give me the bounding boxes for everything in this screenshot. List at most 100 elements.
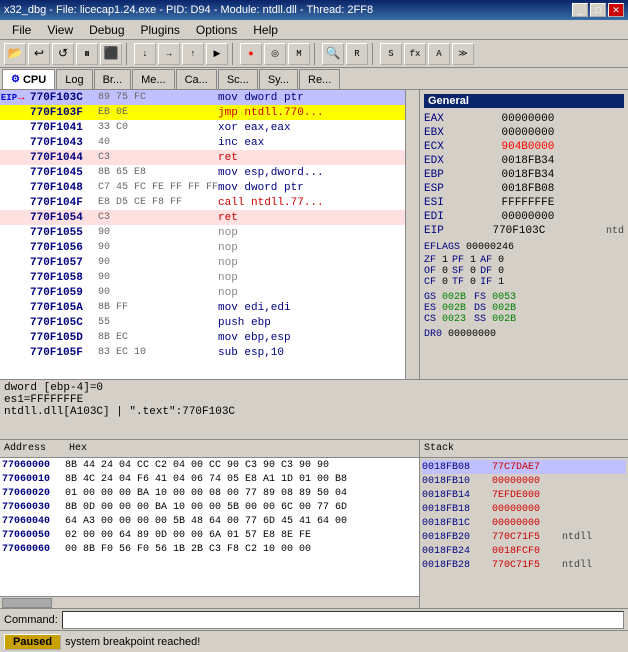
stack-row[interactable]: 0018FB147EFDE000 xyxy=(422,488,626,502)
menu-options[interactable]: Options xyxy=(188,22,245,38)
asm-row[interactable]: 770F105890nop xyxy=(0,270,405,285)
tab-sc-label: Sc... xyxy=(227,74,249,86)
asm-row[interactable]: 770F1054C3ret xyxy=(0,210,405,225)
asm-address: 770F1056 xyxy=(30,242,98,254)
reg-value[interactable]: 0018FB34 xyxy=(502,155,582,167)
toolbar-run-to[interactable]: ▶ xyxy=(206,43,228,65)
toolbar-stop[interactable]: ⬛ xyxy=(100,43,122,65)
memory-row[interactable]: 770600008B 44 24 04 CC C2 04 00 CC 90 C3… xyxy=(0,458,419,472)
minimize-button[interactable]: _ xyxy=(572,3,588,17)
toolbar-step-into[interactable]: ↓ xyxy=(134,43,156,65)
toolbar-s4[interactable]: ≫ xyxy=(452,43,474,65)
asm-row[interactable]: 770F1044C3ret xyxy=(0,150,405,165)
tab-me[interactable]: Me... xyxy=(132,69,174,89)
memory-row[interactable]: 7706005002 00 00 64 89 0D 00 00 6A 01 57… xyxy=(0,528,419,542)
memory-row[interactable]: 7706002001 00 00 00 BA 10 00 00 08 00 77… xyxy=(0,486,419,500)
asm-hex: 90 xyxy=(98,287,218,298)
menu-debug[interactable]: Debug xyxy=(81,22,132,38)
stack-row[interactable]: 0018FB1800000000 xyxy=(422,502,626,516)
tab-cpu[interactable]: ⚙ CPU xyxy=(2,69,55,89)
asm-row[interactable]: 770F105690nop xyxy=(0,240,405,255)
toolbar-find[interactable]: 🔍 xyxy=(322,43,344,65)
asm-row[interactable]: 770F105590nop xyxy=(0,225,405,240)
command-input[interactable] xyxy=(62,611,624,629)
reg-value[interactable]: 904B0000 xyxy=(502,141,582,153)
memory-row[interactable]: 770600108B 4C 24 04 F6 41 04 06 74 05 E8… xyxy=(0,472,419,486)
asm-row[interactable]: 770F105990nop xyxy=(0,285,405,300)
toolbar-step-out[interactable]: ↑ xyxy=(182,43,204,65)
asm-row[interactable]: 770F103FEB 0Ejmp ntdll.770... xyxy=(0,105,405,120)
reg-value[interactable]: 00000000 xyxy=(502,113,582,125)
seg-cs: CS 0023 xyxy=(424,314,466,325)
toolbar-s1[interactable]: S xyxy=(380,43,402,65)
asm-row[interactable]: 770F1048C7 45 FC FE FF FF FFmov dword pt… xyxy=(0,180,405,195)
maximize-button[interactable]: □ xyxy=(590,3,606,17)
asm-row[interactable]: EIP→770F103C89 75 FCmov dword ptr xyxy=(0,90,405,105)
asm-address: 770F103C xyxy=(30,92,98,104)
asm-row[interactable]: 770F105A8B FFmov edi,edi xyxy=(0,300,405,315)
flags-row: ZF 1 PF 1 AF 0 xyxy=(424,255,624,266)
stack-row[interactable]: 0018FB1000000000 xyxy=(422,474,626,488)
mem-row-hex: 8B 44 24 04 CC C2 04 00 CC 90 C3 90 C3 9… xyxy=(65,460,419,471)
reg-name: EDI xyxy=(424,211,459,223)
asm-row[interactable]: 770F10458B 65 E8mov esp,dword... xyxy=(0,165,405,180)
reg-value[interactable]: 770F103C xyxy=(492,225,572,237)
mem-row-addr: 77060040 xyxy=(0,516,65,527)
stack-row[interactable]: 0018FB240018FCF0 xyxy=(422,544,626,558)
asm-scrollbar[interactable] xyxy=(405,90,419,379)
stack-row[interactable]: 0018FB1C00000000 xyxy=(422,516,626,530)
stack-row-val: 770C71F5 xyxy=(492,560,562,571)
asm-row[interactable]: 770F104133 C0xor eax,eax xyxy=(0,120,405,135)
toolbar-s2[interactable]: fx xyxy=(404,43,426,65)
toolbar-pause[interactable]: ⏸ xyxy=(76,43,98,65)
window-controls[interactable]: _ □ ✕ xyxy=(572,3,624,17)
memory-scrollbar-h[interactable] xyxy=(0,596,419,608)
close-button[interactable]: ✕ xyxy=(608,3,624,17)
asm-row[interactable]: 770F105F83 EC 10sub esp,10 xyxy=(0,345,405,360)
reg-name: EBP xyxy=(424,169,459,181)
asm-hex: 90 xyxy=(98,227,218,238)
memory-row[interactable]: 7706006000 8B F0 56 F0 56 1B 2B C3 F8 C2… xyxy=(0,542,419,556)
toolbar-bp2[interactable]: ◎ xyxy=(264,43,286,65)
register-row: EBP 0018FB34 xyxy=(424,168,624,182)
memory-row[interactable]: 7706004064 A3 00 00 00 00 5B 48 64 00 77… xyxy=(0,514,419,528)
toolbar-s3[interactable]: A xyxy=(428,43,450,65)
toolbar-step-over[interactable]: → xyxy=(158,43,180,65)
tab-br[interactable]: Br... xyxy=(94,69,132,89)
stack-row-comment: ntdll xyxy=(562,560,592,571)
stack-header: Stack xyxy=(420,440,628,458)
toolbar-open[interactable]: 📂 xyxy=(4,43,26,65)
menu-plugins[interactable]: Plugins xyxy=(133,22,188,38)
stack-row[interactable]: 0018FB20770C71F5ntdll xyxy=(422,530,626,544)
reg-value[interactable]: 0018FB34 xyxy=(502,169,582,181)
asm-row[interactable]: 770F105790nop xyxy=(0,255,405,270)
tab-log[interactable]: Log xyxy=(56,69,92,89)
tab-re[interactable]: Re... xyxy=(299,69,340,89)
menu-view[interactable]: View xyxy=(39,22,81,38)
stack-row[interactable]: 0018FB0877C7DAE7 xyxy=(422,460,626,474)
reg-value[interactable]: 00000000 xyxy=(502,127,582,139)
tab-sy[interactable]: Sy... xyxy=(259,69,298,89)
menu-file[interactable]: File xyxy=(4,22,39,38)
reg-value[interactable]: 0018FB08 xyxy=(502,183,582,195)
scrollbar-thumb-h[interactable] xyxy=(2,598,52,608)
toolbar-bp[interactable]: ● xyxy=(240,43,262,65)
asm-row[interactable]: 770F104340inc eax xyxy=(0,135,405,150)
toolbar-mem[interactable]: M xyxy=(288,43,310,65)
asm-row[interactable]: 770F105D8B ECmov ebp,esp xyxy=(0,330,405,345)
toolbar-ref[interactable]: R xyxy=(346,43,368,65)
toolbar-restart[interactable]: ↺ xyxy=(52,43,74,65)
menu-help[interactable]: Help xyxy=(245,22,286,38)
memory-row[interactable]: 770600308B 0D 00 00 00 BA 10 00 00 5B 00… xyxy=(0,500,419,514)
stack-row[interactable]: 0018FB28770C71F5ntdll xyxy=(422,558,626,572)
reg-value[interactable]: FFFFFFFE xyxy=(502,197,582,209)
toolbar-back[interactable]: ↩ xyxy=(28,43,50,65)
arrow-marker: → xyxy=(18,92,30,104)
tab-ca[interactable]: Ca... xyxy=(176,69,217,89)
reg-value[interactable]: 00000000 xyxy=(502,211,582,223)
asm-instruction: mov edi,edi xyxy=(218,302,405,314)
asm-row[interactable]: 770F104FE8 D5 CE F8 FFcall ntdll.77... xyxy=(0,195,405,210)
tab-sc[interactable]: Sc... xyxy=(218,69,258,89)
asm-row[interactable]: 770F105C55push ebp xyxy=(0,315,405,330)
register-row: EDX0018FB34 xyxy=(424,154,624,168)
